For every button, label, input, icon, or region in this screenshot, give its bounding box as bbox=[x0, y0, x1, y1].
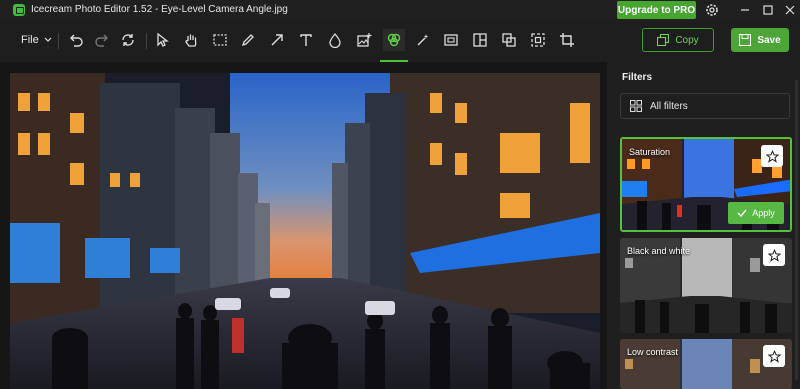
toolbar: File Copy Save bbox=[0, 20, 800, 62]
brush-icon[interactable] bbox=[237, 29, 259, 51]
arrow-icon[interactable] bbox=[266, 29, 288, 51]
frame-icon[interactable] bbox=[527, 29, 549, 51]
filter-card-low-contrast[interactable]: Low contrast bbox=[620, 339, 792, 389]
collage-icon[interactable] bbox=[469, 29, 491, 51]
filter-name: Low contrast bbox=[627, 347, 679, 357]
apply-button[interactable]: Apply bbox=[728, 202, 784, 224]
maximize-button[interactable] bbox=[760, 2, 776, 18]
edited-photo[interactable] bbox=[10, 73, 600, 389]
resize-icon[interactable] bbox=[440, 29, 462, 51]
filter-card-black-and-white[interactable]: Black and white bbox=[620, 238, 792, 333]
filter-category-dropdown[interactable]: All filters bbox=[620, 93, 790, 119]
filter-name: Black and white bbox=[627, 246, 691, 256]
favorite-star-icon[interactable] bbox=[761, 145, 783, 167]
chevron-down-icon bbox=[44, 37, 52, 42]
image-insert-icon[interactable] bbox=[353, 29, 375, 51]
file-menu[interactable]: File bbox=[21, 34, 52, 46]
save-icon bbox=[739, 34, 752, 46]
redo-icon[interactable] bbox=[91, 29, 113, 51]
rectangle-select-icon[interactable] bbox=[209, 29, 231, 51]
reset-icon[interactable] bbox=[117, 29, 139, 51]
magic-wand-icon[interactable] bbox=[412, 29, 434, 51]
apply-label: Apply bbox=[752, 208, 775, 218]
filter-name: Saturation bbox=[629, 147, 671, 157]
favorite-star-icon[interactable] bbox=[763, 345, 785, 367]
filters-panel: Filters All filters Saturation Apply Bla… bbox=[607, 62, 800, 389]
filter-category-label: All filters bbox=[650, 100, 688, 112]
window-title: Icecream Photo Editor 1.52 - Eye-Level C… bbox=[31, 4, 288, 15]
app-logo-icon bbox=[13, 4, 25, 16]
copy-label: Copy bbox=[675, 34, 699, 46]
check-icon bbox=[737, 209, 747, 217]
filter-card-saturation[interactable]: Saturation Apply bbox=[620, 137, 792, 232]
file-menu-label: File bbox=[21, 34, 39, 46]
panel-title: Filters bbox=[622, 72, 653, 83]
undo-icon[interactable] bbox=[65, 29, 87, 51]
hand-pan-icon[interactable] bbox=[180, 29, 202, 51]
gear-icon[interactable] bbox=[704, 2, 720, 18]
toolbar-divider bbox=[58, 33, 59, 49]
copy-button[interactable]: Copy bbox=[642, 28, 714, 52]
crop-icon[interactable] bbox=[556, 29, 578, 51]
text-icon[interactable] bbox=[295, 29, 317, 51]
save-button[interactable]: Save bbox=[731, 28, 789, 52]
transform-icon[interactable] bbox=[498, 29, 520, 51]
upgrade-button[interactable]: Upgrade to PRO bbox=[617, 1, 696, 19]
copy-icon bbox=[657, 34, 670, 46]
filters-icon[interactable] bbox=[380, 29, 408, 62]
blur-drop-icon[interactable] bbox=[324, 29, 346, 51]
close-button[interactable] bbox=[782, 2, 798, 18]
toolbar-divider bbox=[146, 33, 147, 49]
favorite-star-icon[interactable] bbox=[763, 244, 785, 266]
select-cursor-icon[interactable] bbox=[151, 29, 173, 51]
save-label: Save bbox=[757, 34, 781, 46]
title-bar: Icecream Photo Editor 1.52 - Eye-Level C… bbox=[0, 0, 800, 20]
panel-scrollbar[interactable] bbox=[795, 80, 798, 380]
minimize-button[interactable] bbox=[737, 2, 753, 18]
grid-icon bbox=[630, 100, 642, 112]
canvas-area[interactable] bbox=[0, 62, 607, 389]
